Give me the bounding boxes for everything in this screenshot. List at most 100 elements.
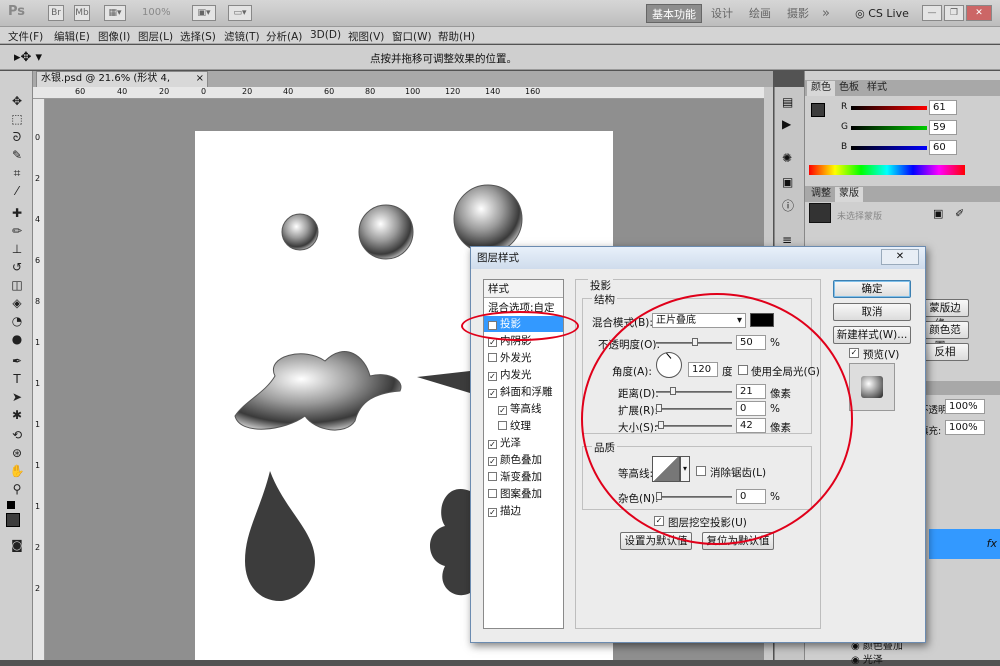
- color-range-button[interactable]: 颜色范围...: [921, 321, 969, 352]
- menu-view[interactable]: 视图(V): [348, 29, 384, 44]
- tab-masks[interactable]: 蒙版: [835, 187, 863, 202]
- workspace-photo[interactable]: 摄影: [782, 4, 814, 23]
- style-item-texture[interactable]: 纹理: [498, 418, 562, 434]
- visibility-eye-icon[interactable]: ◉: [851, 655, 863, 666]
- zoom-tool-icon[interactable]: ⚲: [8, 481, 26, 497]
- view-extras-icon[interactable]: ▦▾: [104, 5, 126, 21]
- tab-styles[interactable]: 样式: [863, 81, 891, 96]
- color-spectrum[interactable]: [809, 165, 965, 175]
- restore-icon[interactable]: ❐: [944, 5, 964, 21]
- workspace-design[interactable]: 设计: [706, 4, 738, 23]
- menu-help[interactable]: 帮助(H): [438, 29, 475, 44]
- minibridge-icon[interactable]: Mb: [74, 5, 90, 21]
- tab-swatches[interactable]: 色板: [835, 81, 863, 96]
- cancel-button[interactable]: 取消: [833, 303, 911, 321]
- selected-layer-row[interactable]: fx: [929, 529, 1000, 559]
- dodge-tool-icon[interactable]: ●: [8, 331, 26, 347]
- more-workspaces-icon[interactable]: »: [818, 4, 834, 23]
- r-value[interactable]: 61: [929, 100, 957, 115]
- history-brush-tool-icon[interactable]: ↺: [8, 259, 26, 275]
- layer-effect-item[interactable]: ◉ 光泽: [851, 651, 883, 666]
- quick-mask-icon[interactable]: ◙: [8, 537, 26, 553]
- invert-button[interactable]: 反相: [921, 343, 969, 361]
- hand-tool-icon[interactable]: ✋: [8, 463, 26, 479]
- style-item-bevel-emboss[interactable]: ✓ 斜面和浮雕: [488, 384, 563, 400]
- 3d-orbit-tool-icon[interactable]: ⊛: [8, 445, 26, 461]
- arrange-docs-icon[interactable]: ▣▾: [192, 5, 216, 21]
- style-checkbox[interactable]: ✓: [488, 389, 497, 398]
- layer-fx-icon[interactable]: fx: [987, 537, 997, 550]
- brush-panel-icon[interactable]: ✺: [782, 151, 792, 165]
- style-item-stroke[interactable]: ✓ 描边: [488, 503, 563, 519]
- b-value[interactable]: 60: [929, 140, 957, 155]
- pen-tool-icon[interactable]: ✒: [8, 353, 26, 369]
- shape-tool-icon[interactable]: ✱: [8, 407, 26, 423]
- workspace-essentials[interactable]: 基本功能: [646, 4, 702, 23]
- path-select-tool-icon[interactable]: ➤: [8, 389, 26, 405]
- blur-tool-icon[interactable]: ◔: [8, 313, 26, 329]
- layer-opacity-field[interactable]: 100%: [945, 399, 985, 414]
- style-item-contour[interactable]: ✓ 等高线: [498, 401, 562, 417]
- mask-edge-button[interactable]: 蒙版边缘...: [921, 299, 969, 330]
- move-tool-preset-icon[interactable]: ▸✥ ▾: [14, 50, 42, 65]
- pixel-mask-icon[interactable]: ▣: [933, 207, 943, 220]
- history-panel-icon[interactable]: ▤: [782, 95, 793, 109]
- fg-color-chip[interactable]: [811, 103, 825, 117]
- ok-button[interactable]: 确定: [833, 280, 911, 298]
- menu-layer[interactable]: 图层(L): [138, 29, 173, 44]
- style-item-satin[interactable]: ✓ 光泽: [488, 435, 563, 451]
- dialog-close-icon[interactable]: ✕: [881, 249, 919, 265]
- menu-file[interactable]: 文件(F): [8, 29, 43, 44]
- tab-adjustments[interactable]: 调整: [807, 187, 835, 202]
- lasso-tool-icon[interactable]: ᘐ: [8, 129, 26, 145]
- clone-stamp-tool-icon[interactable]: ⊥: [8, 241, 26, 257]
- style-checkbox[interactable]: ✓: [488, 440, 497, 449]
- styles-header[interactable]: 样式: [484, 280, 563, 298]
- type-tool-icon[interactable]: T: [8, 371, 26, 387]
- eyedropper-tool-icon[interactable]: ⁄: [8, 183, 26, 199]
- style-item-inner-glow[interactable]: ✓ 内发光: [488, 367, 563, 383]
- g-slider[interactable]: [851, 126, 927, 130]
- brush-tool-icon[interactable]: ✏: [8, 223, 26, 239]
- foreground-color-swatch[interactable]: [6, 513, 20, 527]
- 3d-rotate-tool-icon[interactable]: ⟲: [8, 427, 26, 443]
- eraser-tool-icon[interactable]: ◫: [8, 277, 26, 293]
- quick-select-tool-icon[interactable]: ✎: [8, 147, 26, 163]
- crop-tool-icon[interactable]: ⌗: [8, 165, 26, 181]
- bridge-icon[interactable]: Br: [48, 5, 64, 21]
- b-slider[interactable]: [851, 146, 927, 150]
- zoom-level[interactable]: 100%: [142, 7, 171, 18]
- screen-mode-icon[interactable]: ▭▾: [228, 5, 252, 21]
- info-panel-icon[interactable]: ⓘ: [782, 197, 794, 214]
- style-checkbox[interactable]: ✓: [488, 372, 497, 381]
- preview-checkbox[interactable]: ✓: [849, 348, 859, 358]
- document-close-icon[interactable]: ×: [196, 72, 204, 86]
- tab-color[interactable]: 颜色: [807, 81, 835, 96]
- style-checkbox[interactable]: [498, 421, 507, 430]
- style-checkbox[interactable]: ✓: [488, 508, 497, 517]
- healing-brush-tool-icon[interactable]: ✚: [8, 205, 26, 221]
- paint-bucket-tool-icon[interactable]: ◈: [8, 295, 26, 311]
- style-checkbox[interactable]: [488, 489, 497, 498]
- style-item-pattern-overlay[interactable]: 图案叠加: [488, 486, 563, 502]
- menu-image[interactable]: 图像(I): [98, 29, 130, 44]
- g-value[interactable]: 59: [929, 120, 957, 135]
- r-slider[interactable]: [851, 106, 927, 110]
- actions-panel-icon[interactable]: ▶: [782, 117, 791, 131]
- style-item-gradient-overlay[interactable]: 渐变叠加: [488, 469, 563, 485]
- vector-mask-icon[interactable]: ✐: [955, 207, 964, 220]
- menu-window[interactable]: 窗口(W): [392, 29, 432, 44]
- close-icon[interactable]: ✕: [966, 5, 992, 21]
- document-tab[interactable]: 水银.psd @ 21.6% (形状 4, RGB/8) * ×: [36, 71, 208, 98]
- style-checkbox[interactable]: [488, 472, 497, 481]
- workspace-paint[interactable]: 绘画: [744, 4, 776, 23]
- minimize-icon[interactable]: —: [922, 5, 942, 21]
- style-checkbox[interactable]: ✓: [488, 457, 497, 466]
- menu-analysis[interactable]: 分析(A): [266, 29, 302, 44]
- style-item-outer-glow[interactable]: 外发光: [488, 350, 563, 366]
- style-checkbox[interactable]: ✓: [498, 406, 507, 415]
- clone-source-icon[interactable]: ▣: [782, 175, 793, 189]
- style-item-color-overlay[interactable]: ✓ 颜色叠加: [488, 452, 563, 468]
- dialog-title-bar[interactable]: 图层样式: [471, 247, 925, 269]
- default-colors-icon[interactable]: [7, 501, 15, 509]
